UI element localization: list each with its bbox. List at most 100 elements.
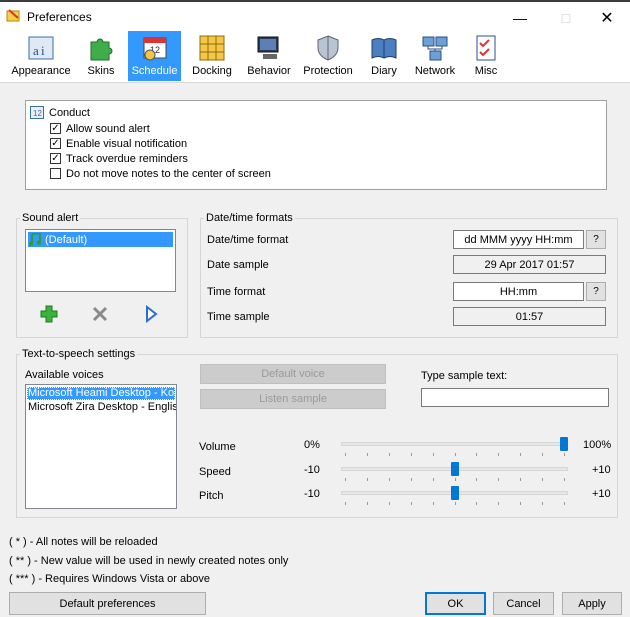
play-icon [146,304,158,324]
sound-alert-title: Sound alert [20,212,81,224]
volume-slider-thumb[interactable] [560,437,568,451]
conduct-title: Conduct [49,106,90,119]
window-title: Preferences [27,10,92,24]
tab-network[interactable]: Network [412,31,458,81]
list-item[interactable]: Microsoft Zira Desktop - English [28,401,176,413]
slider-tick [432,502,434,505]
tab-appearance[interactable]: ai Appearance [6,31,76,81]
slider-tick [345,453,346,456]
title-bar[interactable]: Preferences — □ ✕ [0,0,630,31]
maximize-button[interactable]: □ [543,4,589,31]
checkbox[interactable] [50,168,61,179]
slider-tick [520,502,522,505]
tab-schedule[interactable]: 12 Schedule [128,31,181,81]
close-button[interactable]: ✕ [584,4,630,31]
listen-sample-button[interactable]: Listen sample [200,389,386,409]
slider-tick [564,453,565,456]
pitch-slider-thumb[interactable] [450,486,459,500]
slider-tick [476,478,478,481]
computer-icon [257,36,279,59]
tab-diary[interactable]: Diary [365,31,403,81]
volume-slider-track[interactable] [341,442,568,446]
note-vista: ( *** ) - Requires Windows Vista or abov… [9,573,210,585]
slider-tick [564,502,565,505]
slider-tick [432,478,434,481]
available-voices-label: Available voices [25,369,104,381]
note-new-notes: ( ** ) - New value will be used in newly… [9,555,289,567]
time-format-input[interactable]: HH:mm [453,282,584,301]
list-item[interactable]: Microsoft Heami Desktop - Korea [27,387,175,400]
slider-tick [454,453,456,456]
slider-tick [432,453,434,456]
track-overdue-option[interactable]: ✓ Track overdue reminders [50,151,271,166]
tab-label: Misc [474,65,498,77]
sample-text-input[interactable] [421,388,609,407]
tab-misc[interactable]: Misc [469,31,503,81]
svg-text:12: 12 [33,109,42,118]
minimize-button[interactable]: — [497,4,543,31]
x-icon [92,306,108,322]
speed-max: +10 [592,464,611,476]
visual-notification-option[interactable]: ✓ Enable visual notification [50,136,271,151]
tab-behavior[interactable]: Behavior [244,31,294,81]
default-preferences-button[interactable]: Default preferences [9,592,206,615]
slider-tick [520,478,522,481]
app-icon [6,9,20,22]
svg-text:a: a [33,43,39,58]
speed-slider-thumb[interactable] [450,462,459,476]
tab-label: Network [414,65,456,77]
play-sound-button[interactable] [144,304,158,324]
tab-label: Protection [303,65,353,77]
checkbox[interactable]: ✓ [50,153,61,164]
list-item[interactable]: (Default) [28,232,173,247]
pitch-min: -10 [304,488,320,500]
note-reloaded: ( * ) - All notes will be reloaded [9,536,158,548]
slider-tick [542,502,544,505]
sound-list[interactable]: (Default) [25,229,176,292]
slider-tick [476,453,478,456]
svg-text:i: i [41,43,45,58]
cancel-button[interactable]: Cancel [493,592,554,615]
checkbox[interactable]: ✓ [50,123,61,134]
slider-tick [345,502,346,505]
tab-docking[interactable]: Docking [189,31,235,81]
slider-tick [498,502,500,505]
delete-sound-button[interactable] [91,305,109,323]
tab-label: Skins [87,65,115,77]
slider-tick [345,478,346,481]
plus-icon [40,305,58,323]
pitch-label: Pitch [199,490,224,502]
ok-button[interactable]: OK [425,592,486,615]
do-not-move-notes-option[interactable]: Do not move notes to the center of scree… [50,166,271,181]
tab-label: Diary [371,65,397,77]
slider-tick [476,502,478,505]
apply-button[interactable]: Apply [562,592,622,615]
default-voice-button[interactable]: Default voice [200,364,386,384]
option-label: Enable visual notification [66,137,188,150]
datetime-format-label: Date/time format [207,234,289,246]
tab-label: Schedule [131,65,178,77]
slider-tick [498,453,500,456]
voices-list[interactable]: Microsoft Heami Desktop - Korea Microsof… [25,384,177,509]
datetime-format-input[interactable]: dd MMM yyyy HH:mm [453,230,584,249]
time-format-help-button[interactable]: ? [586,282,606,301]
slider-tick [410,478,412,481]
date-sample-label: Date sample [207,259,269,271]
tts-title: Text-to-speech settings [20,348,138,360]
slider-tick [366,502,368,505]
add-sound-button[interactable] [40,305,58,323]
option-label: Do not move notes to the center of scree… [66,167,271,180]
tab-protection[interactable]: Protection [303,31,353,81]
conduct-icon: 12 [30,106,44,119]
allow-sound-alert-option[interactable]: ✓ Allow sound alert [50,121,271,136]
network-icon [422,36,448,61]
slider-tick [454,478,456,481]
checkbox[interactable]: ✓ [50,138,61,149]
option-label: Allow sound alert [66,122,150,135]
docking-icon [199,35,225,61]
tab-skins[interactable]: Skins [78,31,124,81]
sample-text-label: Type sample text: [421,370,508,382]
datetime-format-help-button[interactable]: ? [586,230,606,249]
volume-min: 0% [304,439,320,451]
slider-tick [388,502,390,505]
